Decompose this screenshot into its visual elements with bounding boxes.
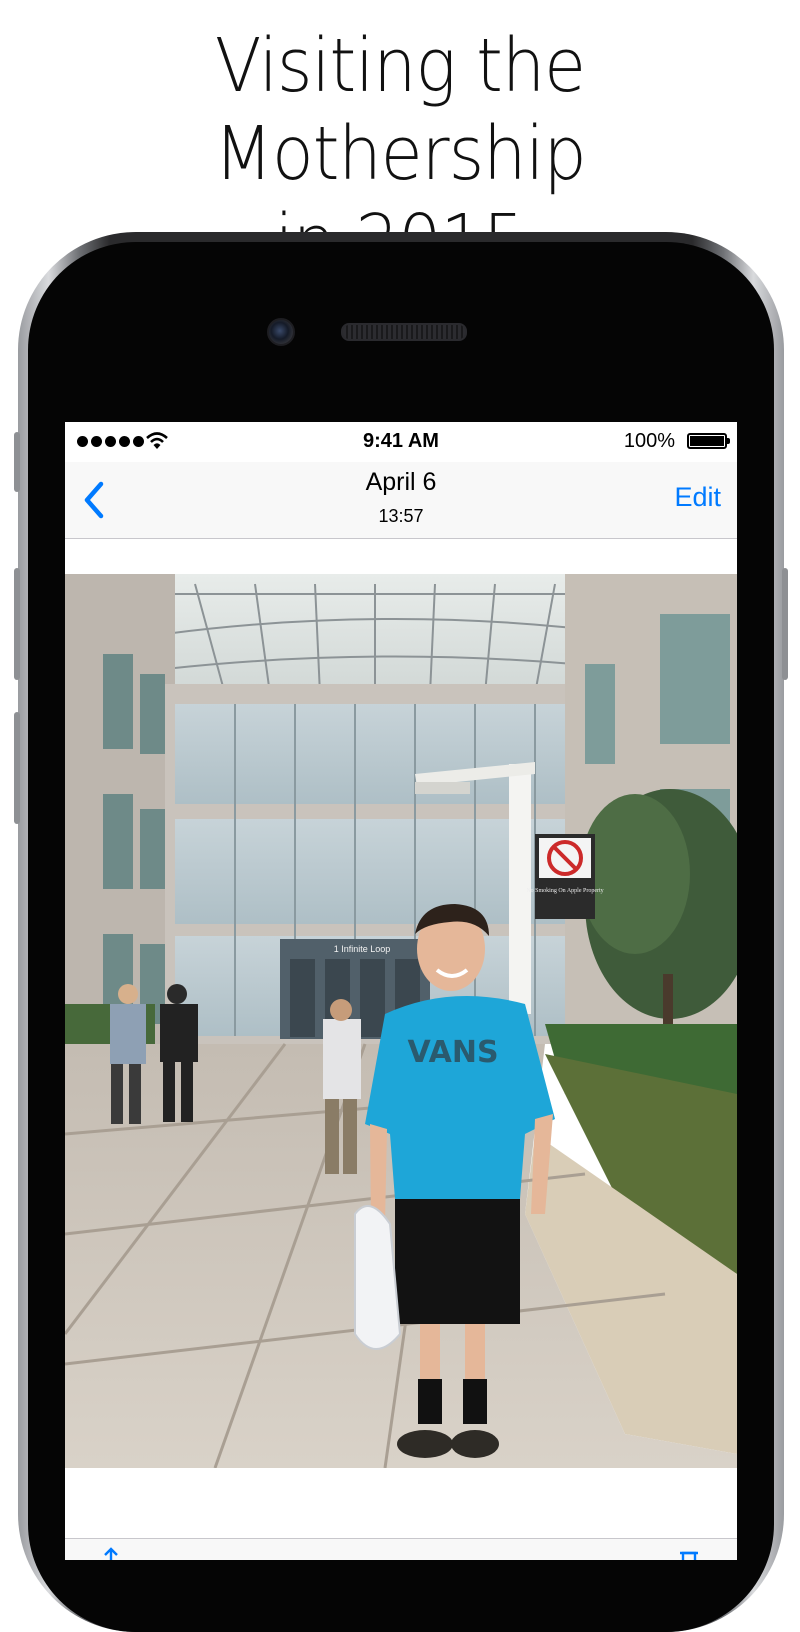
volume-down-button [14, 712, 20, 824]
power-button [782, 568, 788, 680]
earpiece-speaker [341, 323, 467, 341]
navigation-bar: April 6 13:57 Edit [65, 462, 737, 539]
no-smoking-sign-text: No Smoking On Apple Property [526, 888, 603, 894]
headline-line-1: Visiting the Mothership [214, 23, 587, 197]
shirt-logo-text: VANS [407, 1035, 498, 1070]
status-bar: 9:41 AM 100% [65, 422, 737, 462]
trash-icon[interactable] [677, 1547, 701, 1560]
photo-toolbar [65, 1538, 737, 1560]
battery-percentage: 100% [623, 430, 675, 452]
photo-date-title: April 6 [365, 468, 437, 496]
photo-view[interactable]: 1 Infinite Loop No Smoking On Apple Prop… [65, 574, 737, 1468]
battery-icon [687, 433, 730, 449]
photo-time-subtitle: 13:57 [378, 506, 424, 526]
volume-up-button [14, 568, 20, 680]
front-camera-icon [267, 318, 295, 346]
mute-switch [14, 432, 20, 492]
share-icon[interactable] [99, 1547, 123, 1560]
phone-screen: 9:41 AM 100% April 6 13:57 Edit 1 Infini… [65, 422, 737, 1560]
entrance-sign-text: 1 Infinite Loop [334, 944, 391, 954]
edit-button[interactable]: Edit [674, 482, 721, 513]
